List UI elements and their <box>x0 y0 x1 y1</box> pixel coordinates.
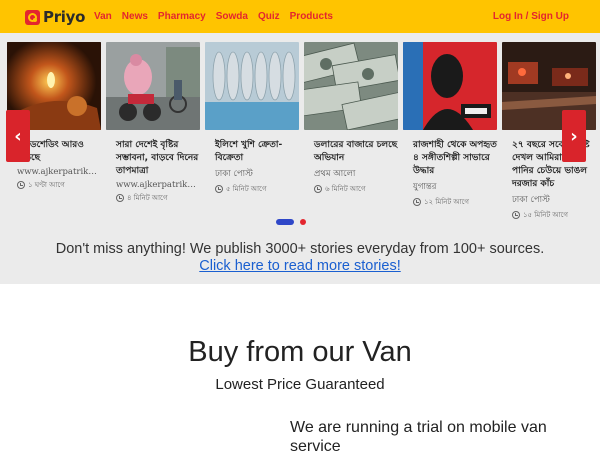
carousel-dot-active[interactable] <box>276 219 294 225</box>
carousel-dot[interactable] <box>300 219 306 225</box>
nav-news[interactable]: News <box>122 11 148 22</box>
promo-message: Don't miss anything! We publish 3000+ st… <box>0 241 600 275</box>
carousel-pagination <box>276 219 306 225</box>
news-thumbnail <box>205 42 299 130</box>
clock-icon <box>116 194 124 202</box>
news-card-title[interactable]: রাজশাহী থেকে অপহৃত ৪ সঙ্গীতশিল্পী সাভারে… <box>413 139 497 178</box>
nav-sowda[interactable]: Sowda <box>216 11 248 22</box>
news-card-source: www.ajkerpatrik… <box>116 180 196 190</box>
clock-icon <box>413 198 421 206</box>
news-card-source: যুগান্তর <box>413 182 437 192</box>
news-card-time-text: ৬ মিনিট আগে <box>325 185 366 193</box>
van-section-subtitle: Lowest Price Guaranteed <box>215 376 385 393</box>
news-card-source: www.ajkerpatrik… <box>17 167 97 177</box>
news-card-time: ৫ মিনিট আগে <box>215 183 299 195</box>
read-more-link[interactable]: Click here to read more stories! <box>199 258 400 274</box>
nav-quiz[interactable]: Quiz <box>258 11 280 22</box>
clock-icon <box>17 181 25 189</box>
news-card-title[interactable]: ইলিশে খুশি ক্রেতা-বিক্রেতা <box>215 139 299 165</box>
van-section-title: Buy from our Van <box>188 336 412 368</box>
news-card-title[interactable]: সারা দেশেই বৃষ্টির সম্ভাবনা, বাড়বে দিনে… <box>116 139 200 178</box>
news-thumbnail <box>304 42 398 130</box>
chevron-right-icon: › <box>570 125 578 147</box>
news-card[interactable]: ডলারের বাজারে চলছে অভিযান প্রথম আলো ৬ মি… <box>304 42 398 212</box>
top-navbar: Priyo Van News Pharmacy Sowda Quiz Produ… <box>0 0 600 33</box>
priyo-logo[interactable]: Priyo <box>25 7 85 27</box>
van-trial-text: We are running a trial on mobile van ser… <box>290 419 547 455</box>
carousel-next-button[interactable]: › <box>562 110 586 162</box>
chevron-left-icon: ‹ <box>14 125 22 147</box>
main-nav: Van News Pharmacy Sowda Quiz Products <box>94 11 333 22</box>
carousel-prev-button[interactable]: ‹ <box>6 110 30 162</box>
news-card-time: ১ ঘণ্টা আগে <box>17 179 101 191</box>
news-card-time-text: ১৫ মিনিট আগে <box>523 211 568 219</box>
news-card-source: ঢাকা পোস্ট <box>215 169 253 179</box>
news-card[interactable]: রাজশাহী থেকে অপহৃত ৪ সঙ্গীতশিল্পী সাভারে… <box>403 42 497 212</box>
login-signup-link[interactable]: Log In / Sign Up <box>493 11 569 22</box>
news-card-time-text: ১ ঘণ্টা আগে <box>28 181 65 189</box>
news-card-time: ৬ মিনিট আগে <box>314 183 398 195</box>
clock-icon <box>512 211 520 219</box>
brand-name: Priyo <box>43 8 86 26</box>
news-card-time-text: ১২ মিনিট আগে <box>424 198 469 206</box>
news-thumbnail <box>106 42 200 130</box>
promo-text: Don't miss anything! We publish 3000+ st… <box>55 241 545 257</box>
news-card-time-text: ৪ মিনিট আগে <box>127 194 168 202</box>
news-card-title[interactable]: ডলারের বাজারে চলছে অভিযান <box>314 139 398 165</box>
clock-icon <box>215 185 223 193</box>
news-card-time-text: ৫ মিনিট আগে <box>226 185 267 193</box>
nav-pharmacy[interactable]: Pharmacy <box>158 11 206 22</box>
priyo-logo-icon <box>25 9 40 25</box>
news-card-time: ৪ মিনিট আগে <box>116 192 200 204</box>
news-card-time: ১২ মিনিট আগে <box>413 196 497 208</box>
clock-icon <box>314 185 322 193</box>
news-thumbnail <box>403 42 497 130</box>
news-card[interactable]: সারা দেশেই বৃষ্টির সম্ভাবনা, বাড়বে দিনে… <box>106 42 200 212</box>
news-card-source: প্রথম আলো <box>314 169 356 179</box>
news-card[interactable]: ইলিশে খুশি ক্রেতা-বিক্রেতা ঢাকা পোস্ট ৫ … <box>205 42 299 212</box>
nav-products[interactable]: Products <box>290 11 333 22</box>
nav-van[interactable]: Van <box>94 11 112 22</box>
news-card-time: ১৫ মিনিট আগে <box>512 209 596 221</box>
news-carousel: লোডশেডিং আরও বাড়ছে www.ajkerpatrik… ১ ঘ… <box>0 33 600 284</box>
news-card-source: ঢাকা পোস্ট <box>512 195 550 205</box>
